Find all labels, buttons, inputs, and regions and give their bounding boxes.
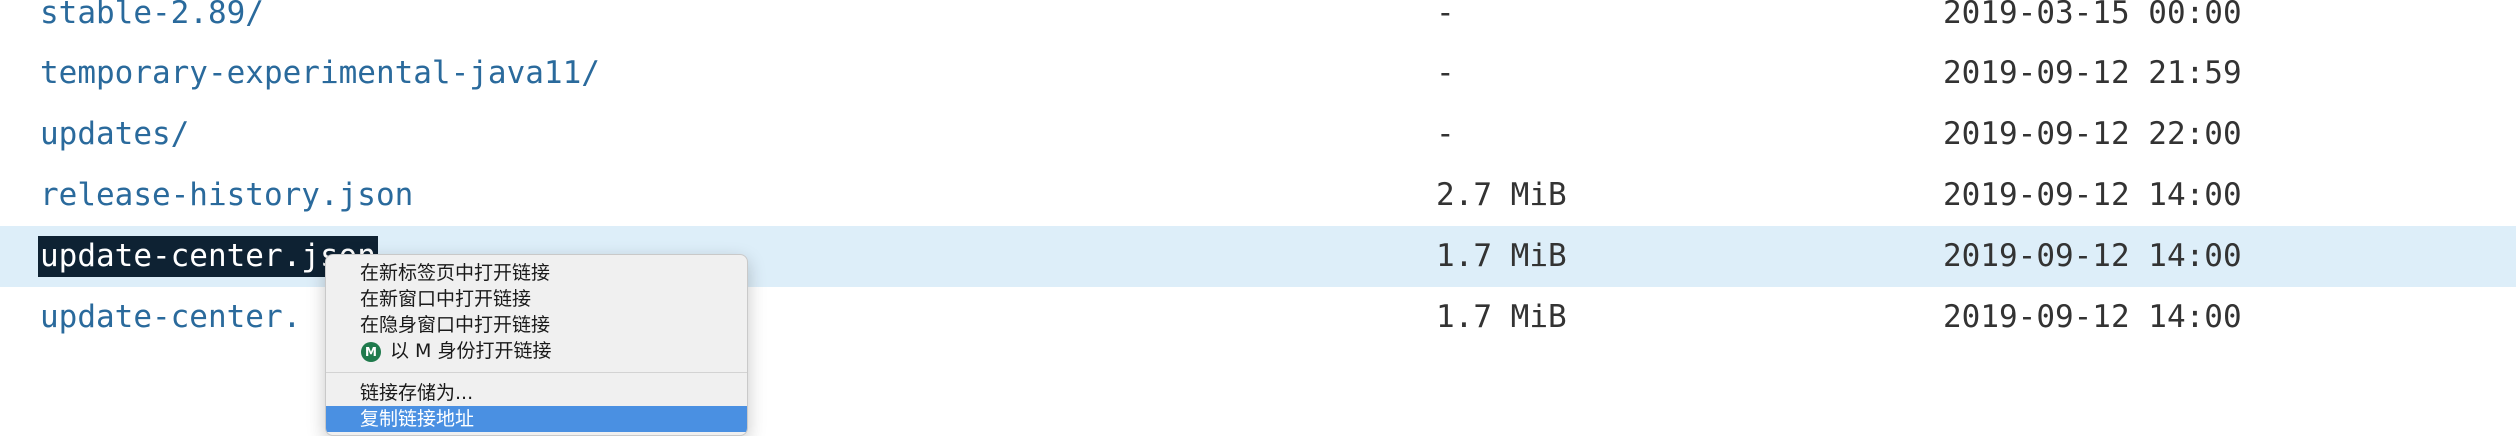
table-row: stable-2.89/ - 2019-03-15 00:00 [0,0,2516,44]
file-date: 2019-09-12 21:59 [1943,55,2242,91]
table-row: temporary-experimental-java11/ - 2019-09… [0,43,2516,104]
menu-item-open-new-window[interactable]: 在新窗口中打开链接 [326,286,747,312]
menu-divider [326,372,747,373]
file-size: 1.7 MiB [1436,299,1567,335]
file-link[interactable]: release-history.json [40,165,413,226]
menu-item-open-new-tab[interactable]: 在新标签页中打开链接 [326,260,747,286]
file-date: 2019-09-12 22:00 [1943,116,2242,152]
file-size: 2.7 MiB [1436,177,1567,213]
file-link[interactable]: stable-2.89/ [40,0,264,44]
menu-item-label: 复制链接地址 [360,408,475,430]
profile-avatar-icon: M [361,342,381,362]
file-link[interactable]: updates/ [40,104,189,165]
file-date: 2019-09-12 14:00 [1943,177,2242,213]
link-context-menu: 在新标签页中打开链接 在新窗口中打开链接 在隐身窗口中打开链接 M 以 M 身份… [325,254,748,436]
menu-item-label: 在新标签页中打开链接 [360,262,551,284]
file-date: 2019-09-12 14:00 [1943,299,2242,335]
table-row: release-history.json 2.7 MiB 2019-09-12 … [0,165,2516,226]
file-size: - [1436,0,1455,31]
menu-item-open-as-profile[interactable]: M 以 M 身份打开链接 [326,338,747,364]
menu-item-save-link-as[interactable]: 链接存储为... [326,380,747,406]
menu-item-label: 链接存储为... [360,382,474,404]
menu-item-label: 以 M 身份打开链接 [390,340,552,362]
file-date: 2019-09-12 14:00 [1943,238,2242,274]
file-size: 1.7 MiB [1436,238,1567,274]
file-link[interactable]: update-center. [40,287,301,348]
menu-item-label: 在新窗口中打开链接 [360,288,532,310]
menu-item-label: 在隐身窗口中打开链接 [360,314,551,336]
file-date: 2019-03-15 00:00 [1943,0,2242,31]
file-link[interactable]: temporary-experimental-java11/ [40,43,600,104]
file-size: - [1436,55,1455,91]
menu-item-copy-link-address[interactable]: 复制链接地址 [326,406,747,432]
menu-item-open-incognito[interactable]: 在隐身窗口中打开链接 [326,312,747,338]
file-size: - [1436,116,1455,152]
table-row: updates/ - 2019-09-12 22:00 [0,104,2516,165]
